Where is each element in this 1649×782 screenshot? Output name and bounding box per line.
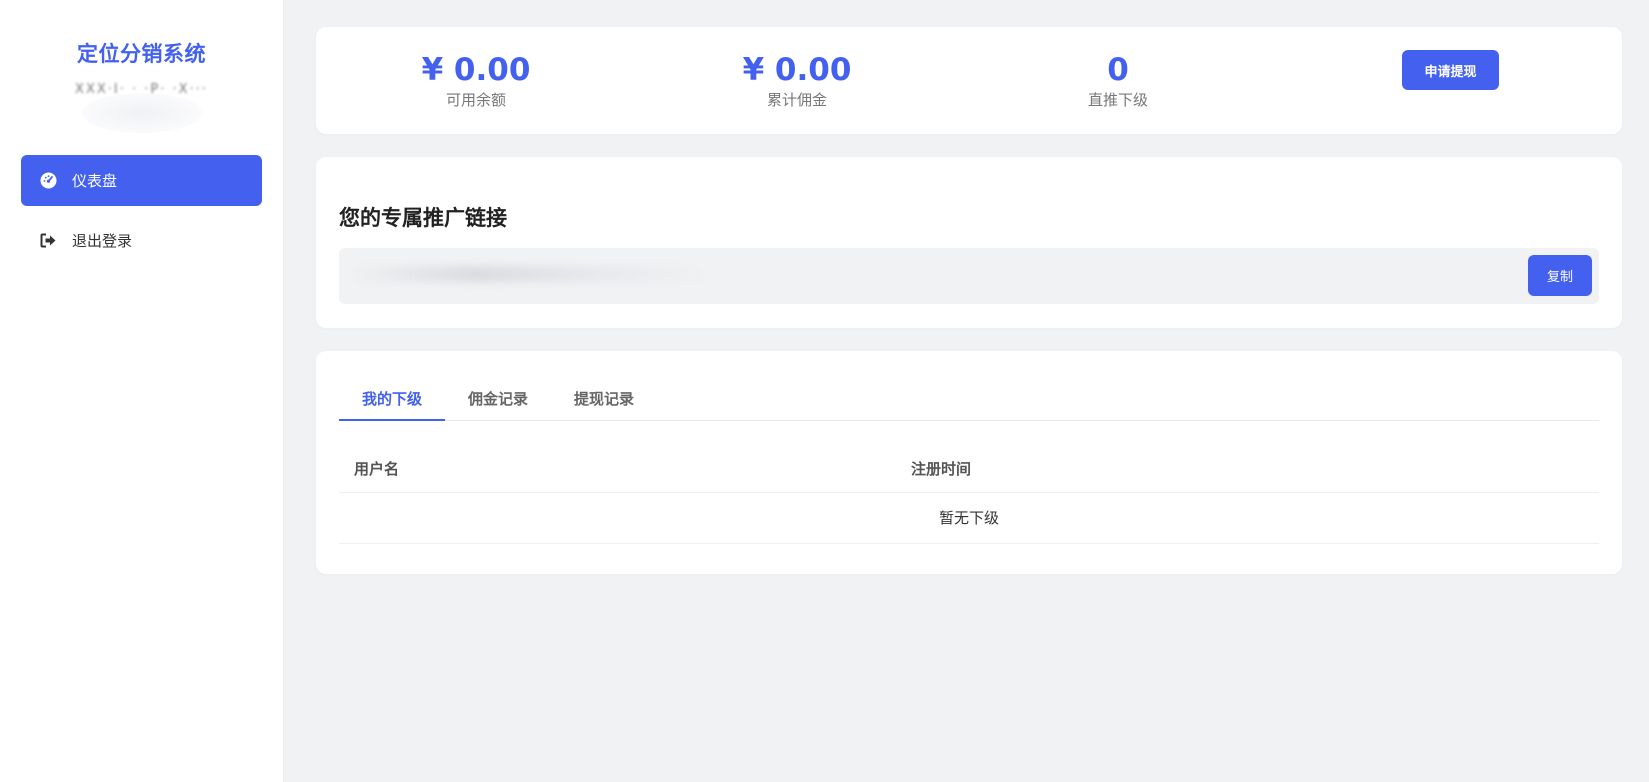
avatar <box>81 93 202 133</box>
empty-message: 暂无下级 <box>339 492 1599 544</box>
stats-card: ¥ 0.00 可用余额 ¥ 0.00 累计佣金 0 直推下级 申请提现 <box>316 27 1622 134</box>
subordinates-table: 用户名 注册时间 暂无下级 <box>339 444 1599 544</box>
main-content: ¥ 0.00 可用余额 ¥ 0.00 累计佣金 0 直推下级 申请提现 您的专属… <box>284 0 1649 782</box>
column-header-username: 用户名 <box>339 444 911 493</box>
balance-label: 可用余额 <box>445 91 506 109</box>
sidebar-item-label: 退出登录 <box>72 232 133 250</box>
balance-value: ¥ 0.00 <box>421 52 531 88</box>
tab-subordinates[interactable]: 我的下级 <box>339 376 446 421</box>
sidebar: 定位分销系统 XXX·I· · ·P· ·X··· 仪表盘 退出登录 <box>0 0 284 782</box>
stat-direct: 0 直推下级 <box>1028 51 1208 110</box>
table-row: 暂无下级 <box>339 492 1599 544</box>
records-card: 我的下级 佣金记录 提现记录 用户名 注册时间 暂无下级 <box>316 351 1622 574</box>
sidebar-item-logout[interactable]: 退出登录 <box>21 215 262 266</box>
brand-title: 定位分销系统 <box>77 42 206 66</box>
logout-icon <box>38 231 58 251</box>
withdraw-button[interactable]: 申请提现 <box>1402 50 1499 90</box>
promo-link-card: 您的专属推广链接 复制 <box>316 157 1622 328</box>
app: 定位分销系统 XXX·I· · ·P· ·X··· 仪表盘 退出登录 ¥ 0.0… <box>0 0 1649 782</box>
column-header-register-time: 注册时间 <box>911 444 1599 493</box>
promo-link-text <box>349 266 709 282</box>
stat-commission: ¥ 0.00 累计佣金 <box>707 51 887 110</box>
commission-label: 累计佣金 <box>766 91 827 109</box>
table-header-row: 用户名 注册时间 <box>339 444 1599 493</box>
tab-commission-records[interactable]: 佣金记录 <box>445 376 551 420</box>
commission-value: ¥ 0.00 <box>742 52 852 88</box>
direct-value: 0 <box>1107 52 1129 88</box>
promo-link-field[interactable]: 复制 <box>339 248 1599 304</box>
user-name: XXX·I· · ·P· ·X··· <box>75 82 208 97</box>
direct-label: 直推下级 <box>1087 91 1148 109</box>
stat-balance: ¥ 0.00 可用余额 <box>386 51 566 110</box>
promo-title: 您的专属推广链接 <box>339 206 507 230</box>
records-tabs: 我的下级 佣金记录 提现记录 <box>339 376 1599 421</box>
tab-withdraw-records[interactable]: 提现记录 <box>551 376 657 420</box>
sidebar-item-label: 仪表盘 <box>72 172 118 190</box>
dashboard-icon <box>38 171 58 191</box>
copy-button[interactable]: 复制 <box>1528 255 1592 296</box>
sidebar-item-dashboard[interactable]: 仪表盘 <box>21 155 262 206</box>
sidebar-nav: 仪表盘 退出登录 <box>0 155 283 266</box>
